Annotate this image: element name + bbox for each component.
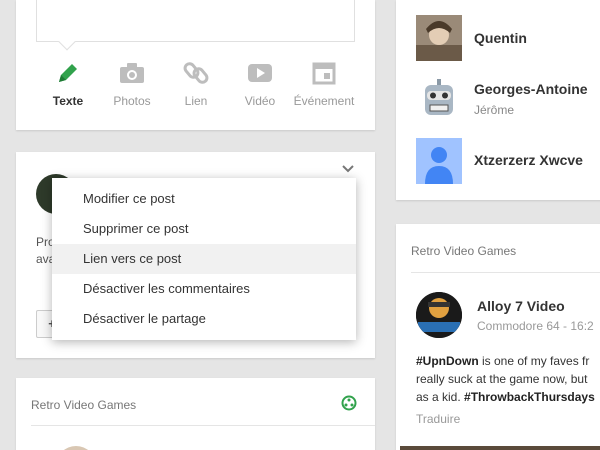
post-body-text: really suck at the game now, but — [416, 372, 588, 386]
event-icon — [289, 58, 359, 88]
translate-link[interactable]: Traduire — [416, 412, 460, 426]
option-text[interactable]: Texte — [33, 58, 103, 108]
camera-icon — [97, 58, 167, 88]
post-options-menu: Modifier ce post Supprimer ce post Lien … — [52, 178, 356, 340]
person-name[interactable]: Quentin — [474, 30, 527, 46]
hashtag-link[interactable]: #UpnDown — [416, 354, 479, 368]
community-icon — [341, 395, 357, 416]
menu-item-link-to-post[interactable]: Lien vers ce post — [52, 244, 356, 274]
community-title[interactable]: Retro Video Games — [411, 244, 516, 258]
post-body-text: is one of my faves fr — [478, 354, 590, 368]
hashtag-link[interactable]: #ThrowbackThursdays — [464, 390, 595, 404]
community-card: Retro Video Games — [16, 378, 375, 450]
menu-item-edit-post[interactable]: Modifier ce post — [52, 184, 356, 214]
video-icon — [225, 58, 295, 88]
avatar[interactable] — [416, 15, 462, 61]
pencil-icon — [33, 58, 103, 88]
community-title[interactable]: Retro Video Games — [31, 398, 136, 412]
option-event-label: Événement — [293, 94, 355, 108]
person-name[interactable]: Xtzerzerz Xwcve — [474, 152, 583, 168]
option-text-label: Texte — [52, 94, 84, 108]
divider — [31, 425, 375, 426]
option-link-label: Lien — [184, 94, 208, 108]
menu-item-delete-post[interactable]: Supprimer ce post — [52, 214, 356, 244]
link-icon — [161, 58, 231, 88]
post-author[interactable]: Alloy 7 Video — [477, 298, 565, 314]
post-body: #UpnDown is one of my faves fr really su… — [416, 352, 600, 406]
option-photos[interactable]: Photos — [97, 58, 167, 108]
person-name[interactable]: Georges-Antoine — [474, 81, 588, 97]
post-image[interactable] — [400, 446, 600, 450]
avatar[interactable] — [416, 138, 462, 184]
composer-textarea[interactable] — [36, 0, 355, 42]
chevron-down-icon[interactable] — [342, 164, 354, 176]
option-photos-label: Photos — [113, 94, 151, 108]
post-body-text: as a kid. — [416, 390, 465, 404]
option-event[interactable]: Événement — [289, 58, 359, 108]
avatar[interactable] — [416, 75, 462, 121]
avatar[interactable] — [416, 292, 462, 338]
people-card: Quentin Georges-Antoine Jérôme Xtzerzerz… — [396, 0, 600, 200]
avatar[interactable] — [56, 446, 96, 450]
person-subtitle: Jérôme — [474, 103, 515, 117]
menu-item-disable-comments[interactable]: Désactiver les commentaires — [52, 274, 356, 304]
post-meta: Commodore 64 - 16:2 — [477, 319, 594, 333]
post-composer: Texte Photos Lien Vidéo Événement — [16, 0, 375, 130]
menu-item-disable-sharing[interactable]: Désactiver le partage — [52, 304, 356, 334]
option-video[interactable]: Vidéo — [225, 58, 295, 108]
community-post-card: Retro Video Games Alloy 7 Video Commodor… — [396, 224, 600, 450]
option-link[interactable]: Lien — [161, 58, 231, 108]
divider — [411, 272, 600, 273]
option-video-label: Vidéo — [244, 94, 276, 108]
